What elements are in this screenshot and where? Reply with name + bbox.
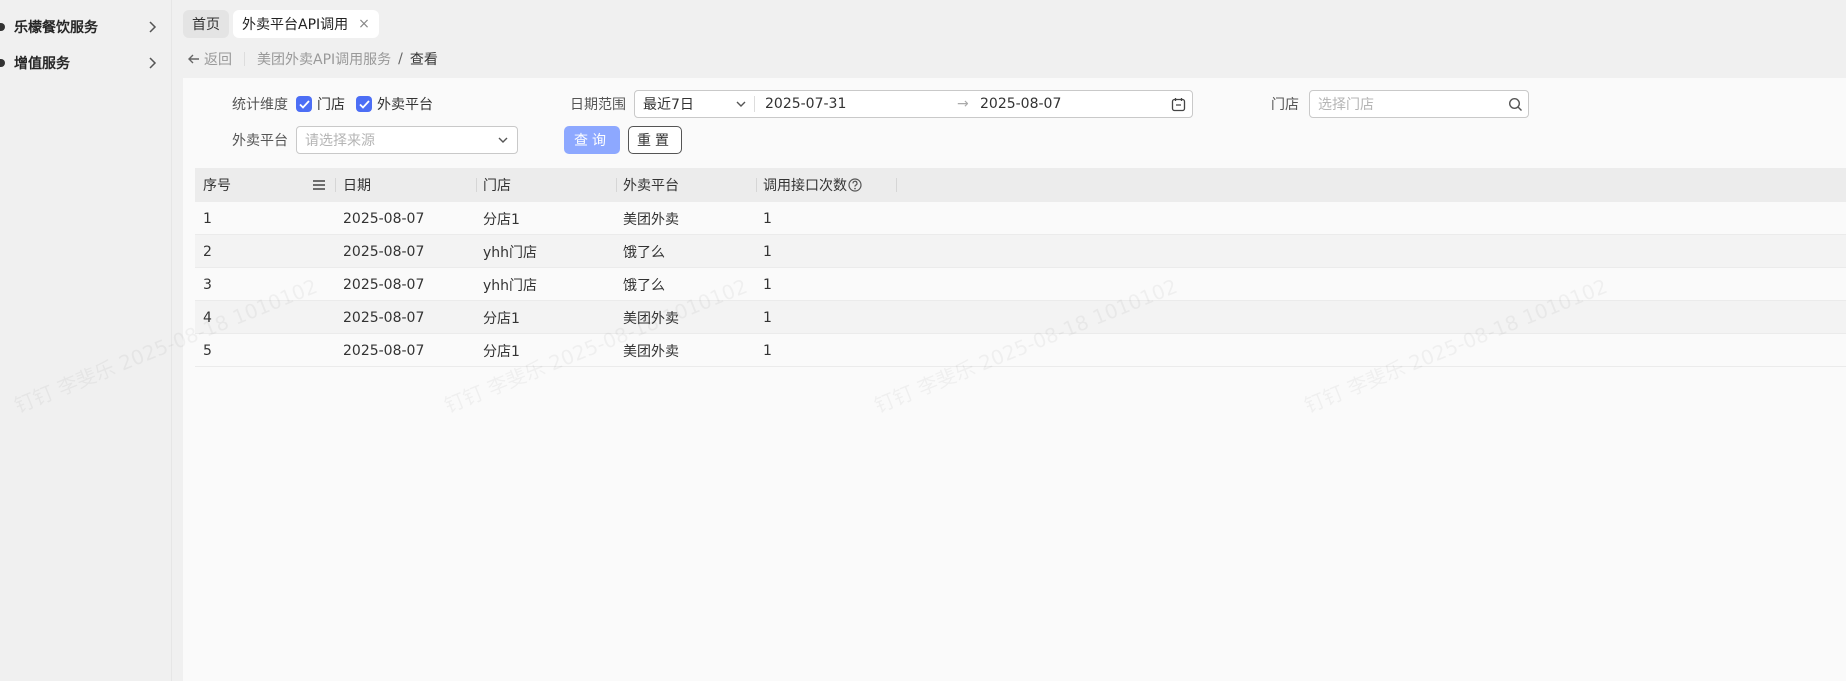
- column-divider: [616, 178, 617, 192]
- table-row[interactable]: 5 2025-08-07 分店1 美团外卖 1: [195, 334, 1846, 367]
- column-divider: [756, 178, 757, 192]
- column-divider: [476, 178, 477, 192]
- cell-store: 分店1: [483, 211, 520, 228]
- dimension-store-checkbox[interactable]: 门店: [296, 94, 345, 114]
- cell-platform: 美团外卖: [623, 310, 679, 327]
- store-search-input[interactable]: 选择门店: [1309, 90, 1529, 118]
- platform-placeholder: 请选择来源: [305, 133, 375, 149]
- tab-home[interactable]: 首页: [183, 10, 229, 38]
- checkbox-label: 门店: [317, 97, 345, 113]
- cell-date: 2025-08-07: [343, 276, 425, 293]
- sidebar-item-value-added[interactable]: 增值服务: [0, 48, 172, 78]
- breadcrumb-item[interactable]: 美团外卖API调用服务: [257, 49, 391, 69]
- column-header-date: 日期: [343, 178, 371, 194]
- cell-index: 2: [203, 243, 212, 260]
- divider: [244, 52, 245, 66]
- cell-call-count: 1: [763, 210, 772, 227]
- column-header-store: 门店: [483, 178, 511, 194]
- tab-label: 首页: [192, 17, 220, 33]
- calendar-icon[interactable]: [1171, 97, 1186, 112]
- close-icon[interactable]: ×: [358, 16, 370, 32]
- data-table: 序号 日期 门店 外卖平台 调用接口次数 1 2025-08-07 分店1 美团…: [195, 168, 1846, 367]
- platform-select[interactable]: 请选择来源: [296, 126, 518, 154]
- cell-date: 2025-08-07: [343, 309, 425, 326]
- cell-index: 5: [203, 342, 212, 359]
- chevron-right-icon: [149, 57, 157, 69]
- arrow-left-icon: [188, 54, 199, 64]
- table-row[interactable]: 1 2025-08-07 分店1 美团外卖 1: [195, 202, 1846, 235]
- menu-dot-icon: [0, 59, 5, 67]
- sidebar: 乐檬餐饮服务 增值服务: [0, 0, 172, 681]
- tab-label: 外卖平台API调用: [242, 17, 349, 33]
- column-header-call-count: 调用接口次数: [763, 178, 847, 194]
- cell-platform: 美团外卖: [623, 211, 679, 228]
- table-row[interactable]: 3 2025-08-07 yhh门店 饿了么 1: [195, 268, 1846, 301]
- dimension-label: 统计维度: [232, 97, 288, 113]
- sidebar-item-lemeng-catering[interactable]: 乐檬餐饮服务: [0, 12, 172, 42]
- search-icon: [1508, 97, 1522, 111]
- dimension-platform-checkbox[interactable]: 外卖平台: [356, 94, 433, 114]
- date-end-input[interactable]: 2025-08-07: [980, 96, 1061, 112]
- date-preset-select[interactable]: 最近7日: [643, 94, 694, 114]
- cell-platform: 美团外卖: [623, 343, 679, 360]
- divider: [754, 96, 755, 112]
- chevron-right-icon: [149, 21, 157, 33]
- query-button[interactable]: 查询: [564, 126, 620, 154]
- cell-index: 3: [203, 276, 212, 293]
- cell-store: yhh门店: [483, 244, 538, 261]
- column-divider: [335, 178, 336, 192]
- date-start-input[interactable]: 2025-07-31: [765, 96, 846, 112]
- cell-call-count: 1: [763, 309, 772, 326]
- date-range-picker[interactable]: 最近7日 2025-07-31 → 2025-08-07: [634, 90, 1193, 118]
- date-arrow: →: [957, 96, 969, 112]
- cell-store: 分店1: [483, 343, 520, 360]
- cell-date: 2025-08-07: [343, 210, 425, 227]
- checkbox-label: 外卖平台: [377, 97, 433, 113]
- cell-call-count: 1: [763, 243, 772, 260]
- tab-api-call[interactable]: 外卖平台API调用 ×: [233, 10, 379, 38]
- tab-bar: 首页 外卖平台API调用 ×: [183, 10, 379, 38]
- checkbox-checked-icon: [296, 96, 312, 112]
- checkbox-checked-icon: [356, 96, 372, 112]
- breadcrumb-separator: /: [398, 51, 403, 67]
- chevron-down-icon: [498, 137, 508, 143]
- cell-platform: 饿了么: [623, 244, 665, 261]
- breadcrumb: 返回 美团外卖API调用服务 / 查看: [187, 48, 438, 70]
- column-header-index: 序号: [203, 178, 231, 194]
- sidebar-item-label: 乐檬餐饮服务: [14, 20, 98, 36]
- cell-platform: 饿了么: [623, 277, 665, 294]
- cell-store: 分店1: [483, 310, 520, 327]
- cell-index: 1: [203, 210, 212, 227]
- table-row[interactable]: 2 2025-08-07 yhh门店 饿了么 1: [195, 235, 1846, 268]
- breadcrumb-current: 查看: [409, 52, 438, 68]
- cell-store: yhh门店: [483, 277, 538, 294]
- platform-label: 外卖平台: [232, 133, 288, 149]
- table-row[interactable]: 4 2025-08-07 分店1 美团外卖 1: [195, 301, 1846, 334]
- content-panel: 统计维度 门店 外卖平台 日期范围 最近7日 2025-07-31 → 2025…: [183, 78, 1846, 681]
- cell-date: 2025-08-07: [343, 243, 425, 260]
- column-menu-icon[interactable]: [313, 180, 325, 190]
- column-header-platform: 外卖平台: [623, 178, 679, 194]
- date-range-label: 日期范围: [570, 97, 626, 113]
- chevron-down-icon: [736, 101, 746, 107]
- back-button[interactable]: 返回: [187, 49, 232, 69]
- table-header: 序号 日期 门店 外卖平台 调用接口次数: [195, 168, 1846, 202]
- cell-date: 2025-08-07: [343, 342, 425, 359]
- store-label: 门店: [1271, 97, 1299, 113]
- cell-call-count: 1: [763, 276, 772, 293]
- sidebar-item-label: 增值服务: [14, 56, 70, 72]
- help-icon[interactable]: [848, 178, 862, 192]
- cell-index: 4: [203, 309, 212, 326]
- main-area: 首页 外卖平台API调用 × 返回 美团外卖API调用服务 / 查看 统计维度 …: [11, 0, 1846, 681]
- cell-call-count: 1: [763, 342, 772, 359]
- reset-button[interactable]: 重置: [628, 126, 682, 154]
- back-label: 返回: [204, 52, 232, 68]
- store-placeholder: 选择门店: [1318, 97, 1374, 113]
- column-divider: [896, 178, 897, 192]
- menu-dot-icon: [0, 23, 5, 31]
